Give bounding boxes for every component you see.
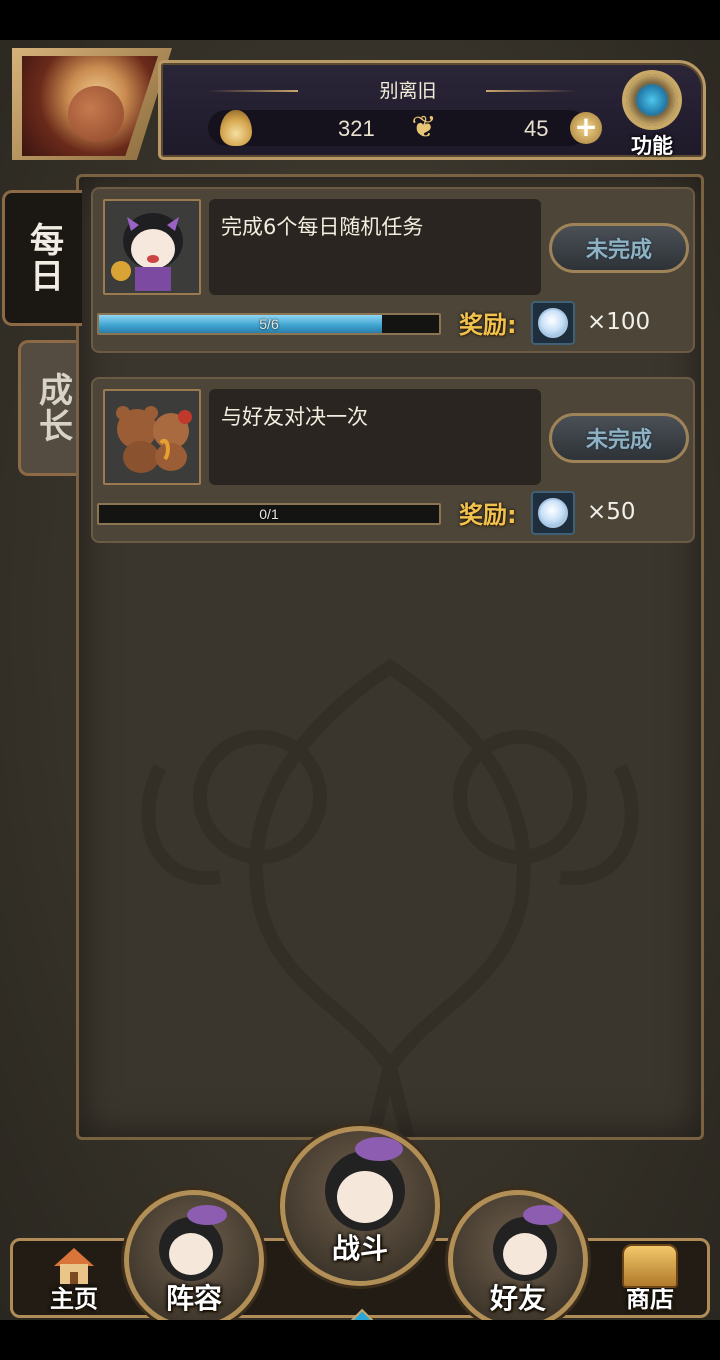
reward-amount: ×100 (587, 309, 651, 335)
system-bottom-bar (0, 1320, 720, 1360)
task-title: 与好友对决一次 (221, 405, 368, 429)
tab-daily[interactable]: 每日 (2, 190, 82, 326)
bottom-navigation: 主页 阵容 好友 战斗 商店 (0, 1090, 720, 1320)
butterfly-icon: ❦ (411, 110, 437, 145)
reward-amount: ×50 (587, 499, 636, 525)
task-progress-text: 5/6 (259, 316, 279, 332)
flame-icon (220, 110, 252, 146)
house-icon (54, 1248, 94, 1284)
chibi-bow (187, 1205, 227, 1225)
function-button[interactable]: 功能 (616, 70, 688, 164)
player-avatar-frame[interactable] (12, 48, 172, 160)
task-panel: 完成6个每日随机任务 未完成 5/6 奖励: ×100 与好友对决一次 未完成 … (76, 174, 704, 1140)
nav-team-label-wrap: 阵容 (129, 1277, 259, 1317)
tab-daily-label: 每日 (23, 222, 64, 294)
nav-team-label: 阵容 (165, 1282, 222, 1315)
task-icon-bears (103, 389, 201, 485)
gear-icon (626, 74, 678, 126)
gem-currency-value: 45 (524, 116, 549, 141)
task-progress-text: 0/1 (259, 506, 279, 522)
name-divider-right (486, 90, 576, 92)
name-divider-left (208, 90, 298, 92)
nav-battle-label-wrap: 战斗 (285, 1227, 435, 1267)
task-progress-bar: 0/1 (97, 503, 441, 525)
nav-friends-label-wrap: 好友 (453, 1277, 583, 1317)
task-status-label: 未完成 (585, 238, 652, 263)
task-status-button[interactable]: 未完成 (549, 413, 689, 463)
chibi-bow (523, 1205, 563, 1225)
function-label: 功能 (631, 134, 673, 158)
task-description-box: 与好友对决一次 (209, 389, 541, 485)
reward-label: 奖励: (459, 311, 517, 339)
game-screen: 别离旧 321 ❦ 45 + 功能 成长 完成6个每日随机任务 未完成 5/6 … (0, 40, 720, 1320)
nav-battle-button[interactable]: 战斗 (280, 1126, 440, 1286)
player-nickname: 别离旧 (379, 80, 437, 102)
player-avatar[interactable] (22, 56, 158, 156)
background-ornament (141, 658, 639, 1137)
nav-shop-button[interactable]: 商店 (600, 1242, 700, 1314)
task-description-box: 完成6个每日随机任务 (209, 199, 541, 295)
coin-icon (538, 498, 568, 528)
top-header: 别离旧 321 ❦ 45 + 功能 (8, 46, 712, 162)
treasure-chest-icon (622, 1244, 678, 1288)
plus-icon[interactable]: + (570, 112, 602, 144)
task-status-label: 未完成 (585, 428, 652, 453)
task-title: 完成6个每日随机任务 (221, 215, 424, 239)
task-icon-character (103, 199, 201, 295)
task-status-button[interactable]: 未完成 (549, 223, 689, 273)
task-card: 与好友对决一次 未完成 0/1 奖励: ×50 (91, 377, 695, 543)
nav-friends-button[interactable]: 好友 (448, 1190, 588, 1320)
nav-battle-label: 战斗 (331, 1232, 388, 1265)
reward-item-slot (531, 301, 575, 345)
nav-friends-label: 好友 (489, 1282, 546, 1315)
chibi-face (503, 1233, 547, 1275)
flame-currency-value: 321 (338, 116, 375, 141)
reward-item-slot (531, 491, 575, 535)
tab-growth[interactable]: 成长 (18, 340, 84, 476)
coin-icon (538, 308, 568, 338)
task-card: 完成6个每日随机任务 未完成 5/6 奖励: ×100 (91, 187, 695, 353)
chibi-bow (355, 1137, 403, 1161)
chibi-face (337, 1171, 393, 1223)
chibi-face (169, 1233, 213, 1275)
nav-home-button[interactable]: 主页 (24, 1242, 124, 1314)
task-progress-bar: 5/6 (97, 313, 441, 335)
avatar-face (68, 86, 124, 142)
nav-team-button[interactable]: 阵容 (124, 1190, 264, 1320)
reward-label: 奖励: (459, 501, 517, 529)
tab-growth-label: 成长 (32, 372, 73, 444)
